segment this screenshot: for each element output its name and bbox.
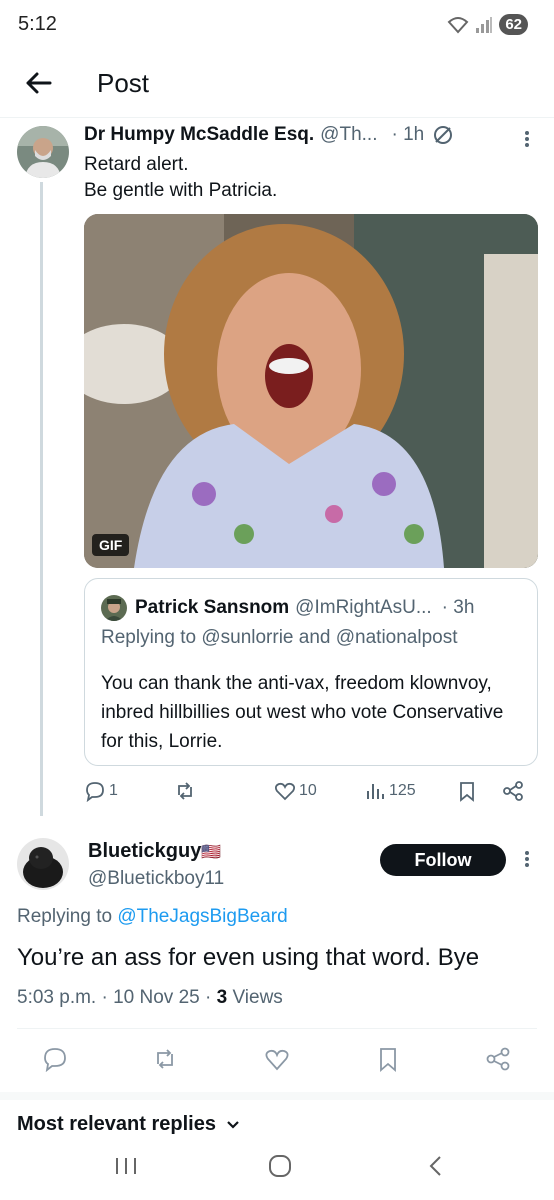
heart-icon[interactable]	[264, 1046, 290, 1072]
tweet-more-icon[interactable]	[524, 130, 530, 148]
tweet-text: Retard alert. Be gentle with Patricia.	[84, 152, 277, 204]
heart-icon	[274, 782, 296, 801]
grok-icon[interactable]	[432, 124, 454, 146]
gif-badge: GIF	[92, 534, 130, 556]
reply-author-name-row[interactable]: Bluetickguy🇺🇸	[88, 840, 221, 863]
post-header: Post	[0, 52, 554, 118]
reply-replying-to: Replying to @TheJagsBigBeard	[17, 906, 288, 928]
reply-author-handle[interactable]: @Bluetickboy11	[88, 868, 224, 890]
system-nav-bar	[0, 1142, 554, 1200]
status-icons: 62	[447, 14, 528, 35]
recent-apps-icon[interactable]	[113, 1154, 139, 1178]
share-button[interactable]	[502, 780, 524, 802]
divider	[17, 1028, 537, 1029]
quote-text: You can thank the anti-vax, freedom klow…	[101, 673, 504, 752]
quoted-tweet[interactable]: Patrick Sansnom @ImRightAsU... · 3h Repl…	[84, 578, 538, 766]
retweet-button[interactable]	[174, 780, 199, 802]
tweet-action-bar: 1 10 125	[84, 780, 528, 810]
quote-author-handle: @ImRightAsU...	[295, 597, 432, 618]
author-name[interactable]: Dr Humpy McSaddle Esq.	[84, 124, 314, 146]
tweet-gif[interactable]	[84, 214, 538, 568]
views-button[interactable]: 125	[364, 780, 416, 802]
quote-time: · 3h	[441, 597, 475, 618]
quote-author-name: Patrick Sansnom	[135, 597, 290, 618]
reply-more-icon[interactable]	[524, 850, 530, 868]
reply-icon	[86, 782, 104, 802]
reply-action-bar	[0, 1046, 554, 1076]
reply-author-avatar[interactable]	[17, 838, 69, 890]
replying-handle-link[interactable]: @TheJagsBigBeard	[117, 906, 287, 927]
home-icon[interactable]	[267, 1154, 293, 1178]
reply-views-label: Views	[227, 987, 283, 1008]
back-nav-icon[interactable]	[423, 1154, 449, 1178]
reply-count: 1	[109, 782, 118, 799]
section-separator	[0, 1092, 554, 1100]
status-bar: 5:12 62	[0, 0, 554, 52]
chevron-down-icon	[227, 1120, 239, 1129]
tweet-text-line-1: Retard alert.	[84, 154, 189, 175]
views-icon	[367, 784, 384, 799]
reply-author-name: Bluetickguy	[88, 840, 202, 862]
tweet-text-line-2: Be gentle with Patricia.	[84, 180, 278, 201]
reply-button[interactable]: 1	[84, 780, 118, 802]
retweet-icon[interactable]	[152, 1046, 178, 1072]
retweet-icon	[178, 782, 192, 800]
tweet-header: Dr Humpy McSaddle Esq. @Th... · 1h	[84, 124, 524, 146]
reply-icon[interactable]	[42, 1046, 68, 1072]
share-icon[interactable]	[485, 1046, 511, 1072]
us-flag-icon: 🇺🇸	[201, 844, 222, 861]
back-arrow-icon[interactable]	[22, 67, 54, 99]
quote-replying-to: Replying to @sunlorrie and @nationalpost	[101, 627, 458, 648]
reply-timestamp: 5:03 p.m. · 10 Nov 25 ·	[17, 987, 217, 1008]
views-count: 125	[389, 782, 416, 799]
wifi-icon	[447, 16, 469, 33]
bookmark-icon	[460, 782, 474, 802]
bookmark-button[interactable]	[456, 780, 478, 802]
status-time: 5:12	[18, 13, 57, 35]
reply-views-count: 3	[216, 987, 228, 1008]
battery-level: 62	[499, 14, 528, 35]
author-avatar[interactable]	[17, 126, 69, 178]
follow-button[interactable]: Follow	[380, 844, 506, 876]
replying-prefix: Replying to	[17, 906, 118, 927]
reply-text: You’re an ass for even using that word. …	[17, 944, 480, 971]
quote-avatar	[101, 595, 127, 621]
share-icon	[503, 781, 523, 801]
reply-meta: 5:03 p.m. · 10 Nov 25 · 3 Views	[17, 987, 283, 1009]
bookmark-icon[interactable]	[375, 1046, 401, 1072]
page-title: Post	[97, 68, 150, 98]
thread-connector	[40, 182, 43, 816]
like-count: 10	[299, 782, 317, 799]
signal-icon	[476, 16, 493, 33]
like-button[interactable]: 10	[274, 780, 317, 802]
quote-header: Patrick Sansnom @ImRightAsU... · 3h	[101, 595, 525, 621]
author-handle[interactable]: @Th...	[320, 124, 377, 146]
sort-replies-dropdown[interactable]: Most relevant replies	[17, 1113, 240, 1136]
sort-label: Most relevant replies	[17, 1113, 216, 1135]
tweet-time: · 1h	[391, 124, 425, 145]
